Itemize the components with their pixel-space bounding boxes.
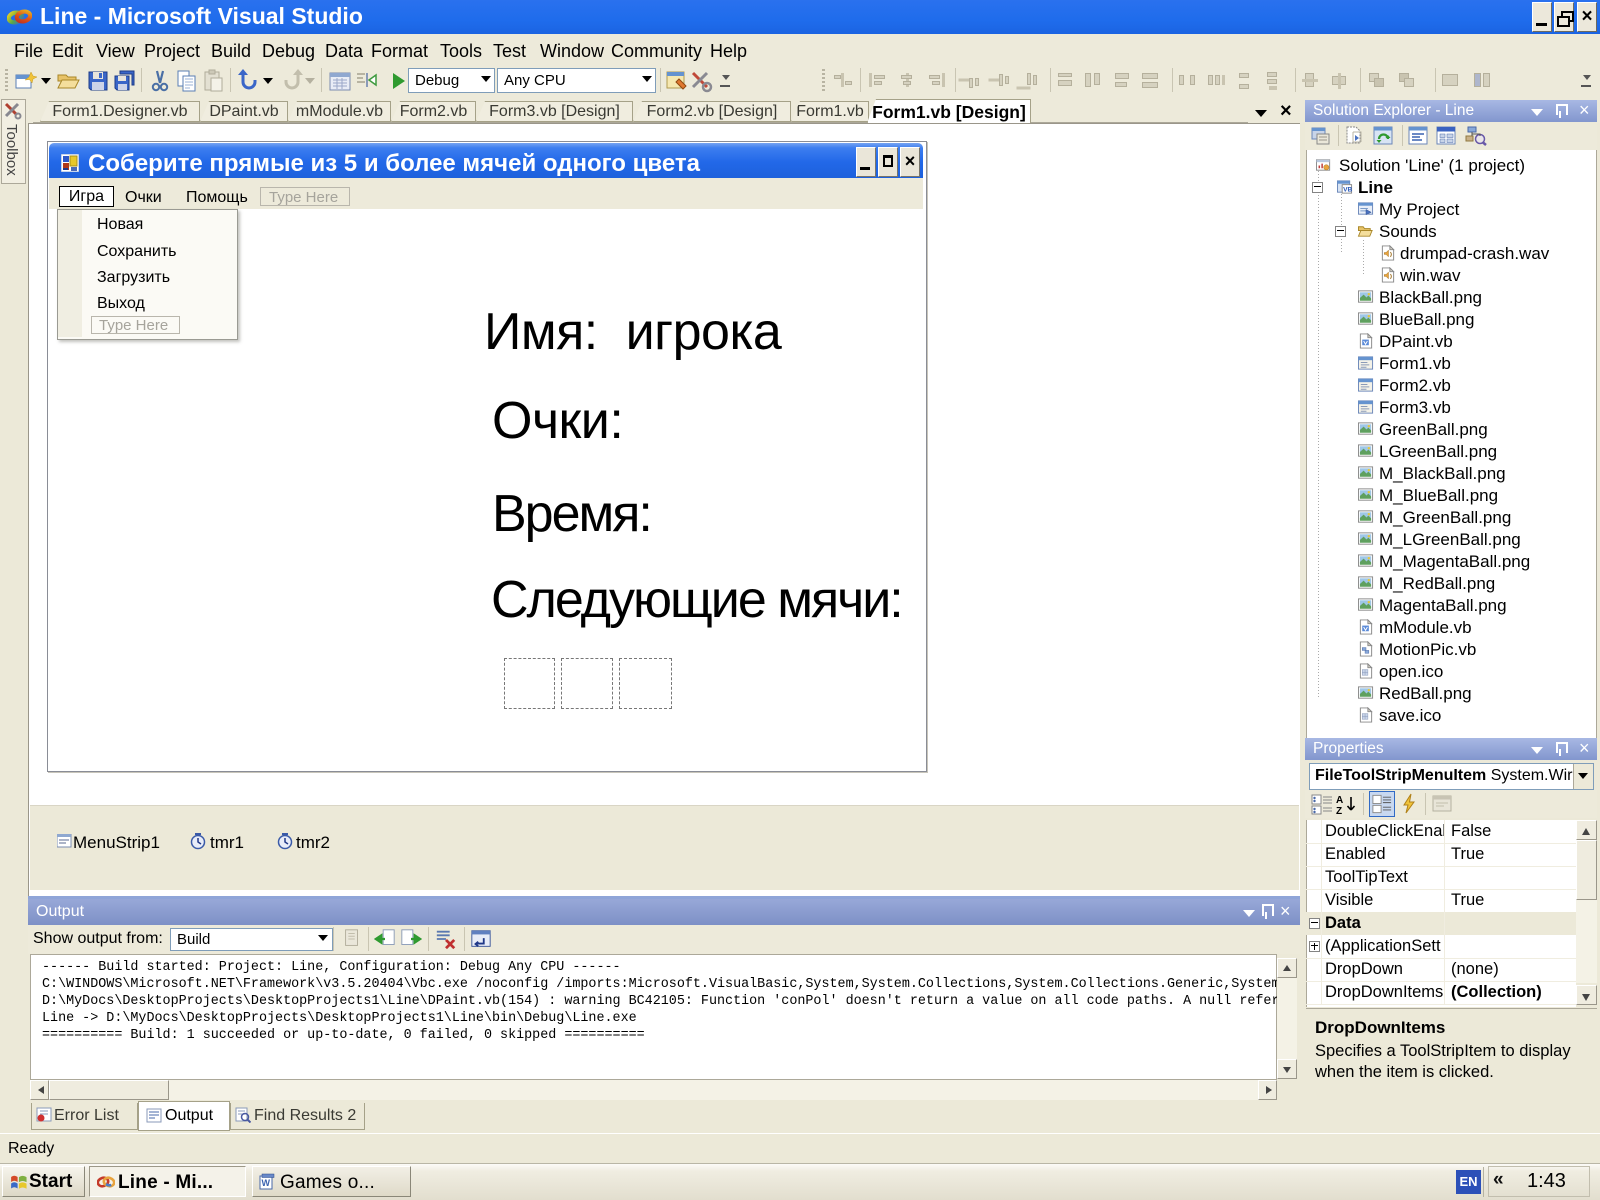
svg-text:A: A bbox=[1336, 795, 1343, 806]
svg-text:Z: Z bbox=[1336, 806, 1342, 815]
svg-text:W: W bbox=[262, 1178, 271, 1188]
